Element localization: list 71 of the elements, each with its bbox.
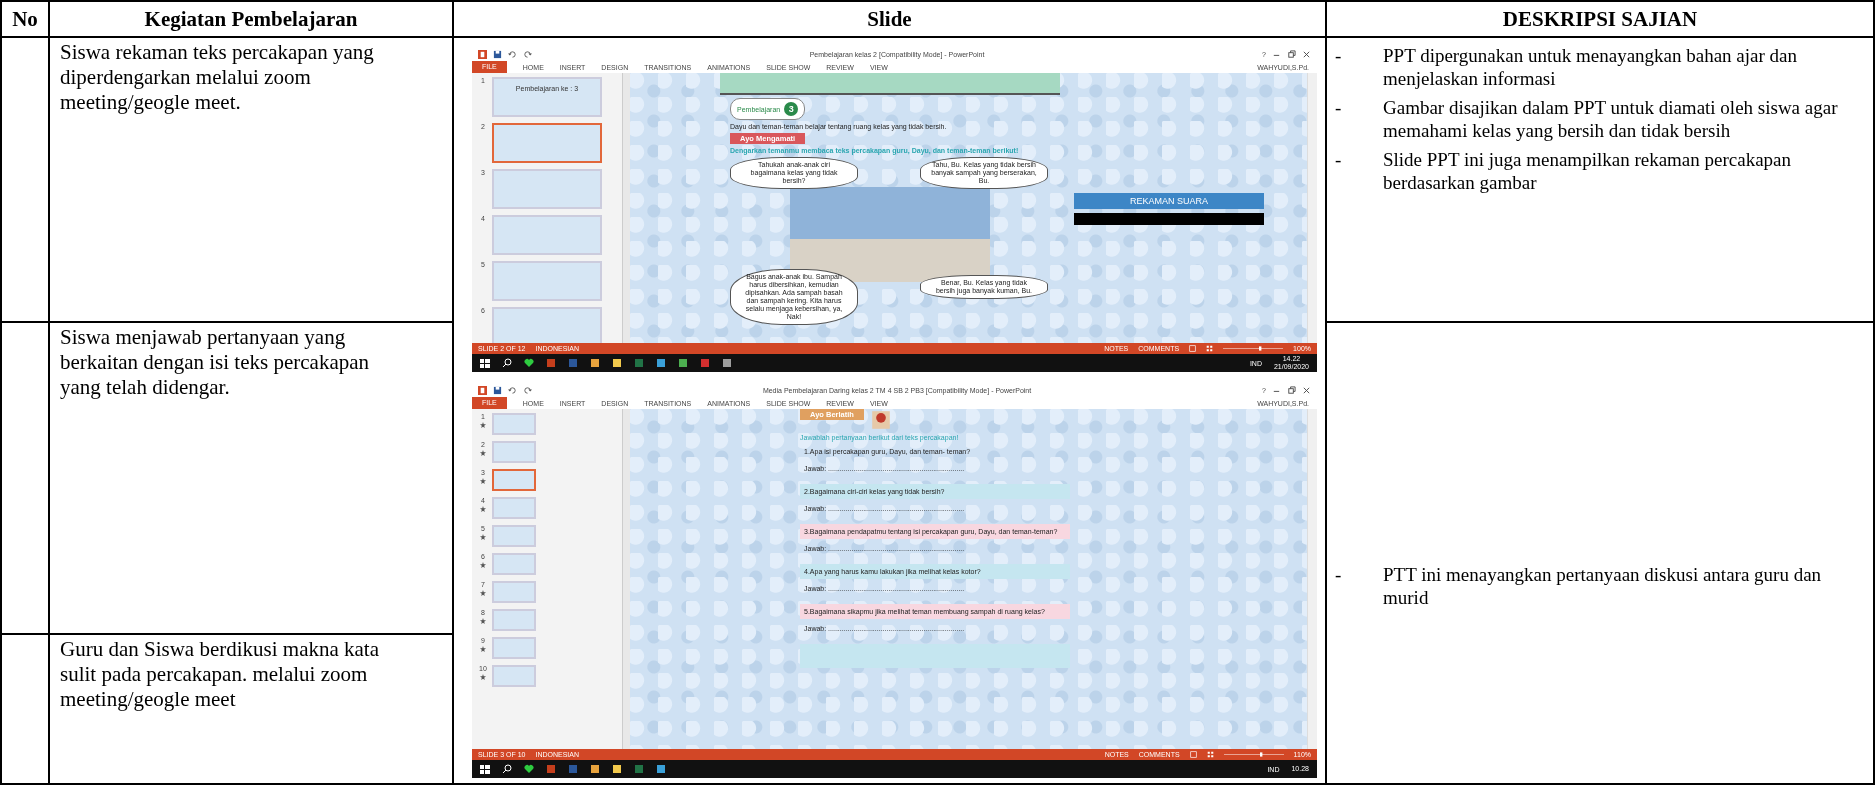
app-tile-icon[interactable] [568, 358, 578, 368]
view-icon[interactable] [1189, 345, 1197, 352]
slide-thumbnail[interactable] [492, 553, 536, 575]
search-icon[interactable] [502, 764, 512, 774]
slide-thumbnail[interactable] [492, 215, 602, 255]
scrollbar[interactable] [622, 409, 630, 749]
save-icon[interactable] [493, 386, 502, 395]
view-icon[interactable] [1189, 751, 1197, 758]
slide-thumbnail[interactable] [492, 581, 536, 603]
slide-thumbnail[interactable] [492, 637, 536, 659]
column-header: Kegiatan Pembelajaran [49, 1, 453, 37]
student-illustration-icon [869, 409, 892, 431]
app-tile-icon[interactable] [634, 358, 644, 368]
slide-thumbnail[interactable] [492, 307, 602, 343]
app-tile-icon[interactable] [546, 358, 556, 368]
app-tile-icon[interactable] [612, 358, 622, 368]
start-icon[interactable] [480, 764, 490, 774]
heart-icon[interactable] [524, 764, 534, 774]
search-icon[interactable] [502, 358, 512, 368]
restore-icon[interactable] [1287, 386, 1296, 395]
redo-icon[interactable] [523, 50, 532, 59]
app-tile-icon[interactable] [612, 764, 622, 774]
app-tile-icon[interactable] [678, 358, 688, 368]
undo-icon[interactable] [508, 50, 517, 59]
slide-thumbnail[interactable] [492, 123, 602, 163]
grid-icon[interactable] [1206, 751, 1214, 758]
recording-button[interactable]: REKAMAN SUARA [1074, 193, 1264, 209]
slide-thumbnail[interactable] [492, 609, 536, 631]
start-icon[interactable] [480, 358, 490, 368]
redo-icon[interactable] [523, 386, 532, 395]
slide-thumbnail[interactable] [492, 525, 536, 547]
description-text: PTT ini menayangkan pertanyaan diskusi antara guru dan murid [1383, 563, 1823, 609]
close-icon[interactable] [1302, 386, 1311, 395]
app-tile-icon[interactable] [722, 358, 732, 368]
app-tile-icon[interactable] [590, 764, 600, 774]
scrollbar[interactable] [1307, 73, 1317, 343]
list-dash: - [1334, 563, 1343, 587]
heart-icon[interactable] [524, 358, 534, 368]
app-tile-icon[interactable] [656, 764, 666, 774]
slide-thumbnail[interactable] [492, 441, 536, 463]
grid-icon[interactable] [1206, 345, 1214, 352]
close-icon[interactable] [1302, 50, 1311, 59]
column-header: No [1, 1, 49, 37]
app-tile-icon[interactable] [546, 764, 556, 774]
slide-thumbnail[interactable] [492, 261, 602, 301]
description-text: Gambar disajikan dalam PPT untuk diamati oleh siswa agar memahami kelas yang bersih dan tidak bersih [1383, 96, 1839, 142]
scrollbar[interactable] [622, 73, 630, 343]
description-text: Slide PPT ini juga menampilkan rekaman percakapan berdasarkan gambar [1383, 148, 1793, 194]
list-dash: - [1334, 96, 1343, 120]
activity-text: Siswa menjawab pertanyaan yang berkaitan dengan isi teks percakapan yang telah didengar. [60, 325, 371, 400]
app-tile-icon[interactable] [590, 358, 600, 368]
scrollbar[interactable] [1307, 409, 1317, 749]
app-tile-icon[interactable] [568, 764, 578, 774]
column-header: DESKRIPSI SAJIAN [1326, 1, 1874, 37]
list-dash: - [1334, 148, 1343, 172]
app-tile-icon[interactable] [634, 764, 644, 774]
app-tile-icon[interactable] [656, 358, 666, 368]
column-header: Slide [453, 1, 1326, 37]
restore-icon[interactable] [1287, 50, 1296, 59]
slide-thumbnail[interactable] [492, 413, 536, 435]
activity-text: Guru dan Siswa berdikusi makna kata sulit pada percakapan. melalui zoom meeting/geogle meet [60, 637, 380, 712]
undo-icon[interactable] [508, 386, 517, 395]
list-dash: - [1334, 44, 1343, 68]
save-icon[interactable] [493, 50, 502, 59]
description-text: PPT dipergunakan untuk menayangkan bahan ajar dan menjelaskan informasi [1383, 44, 1799, 90]
slide-thumbnail[interactable] [492, 469, 536, 491]
slide-thumbnail[interactable] [492, 497, 536, 519]
slide-thumbnail[interactable] [492, 169, 602, 209]
activity-text: Siswa rekaman teks percakapan yang diperdengarkan melalui zoom meeting/geogle meet. [60, 40, 375, 115]
app-tile-icon[interactable] [700, 358, 710, 368]
slide-thumbnail[interactable] [492, 665, 536, 687]
